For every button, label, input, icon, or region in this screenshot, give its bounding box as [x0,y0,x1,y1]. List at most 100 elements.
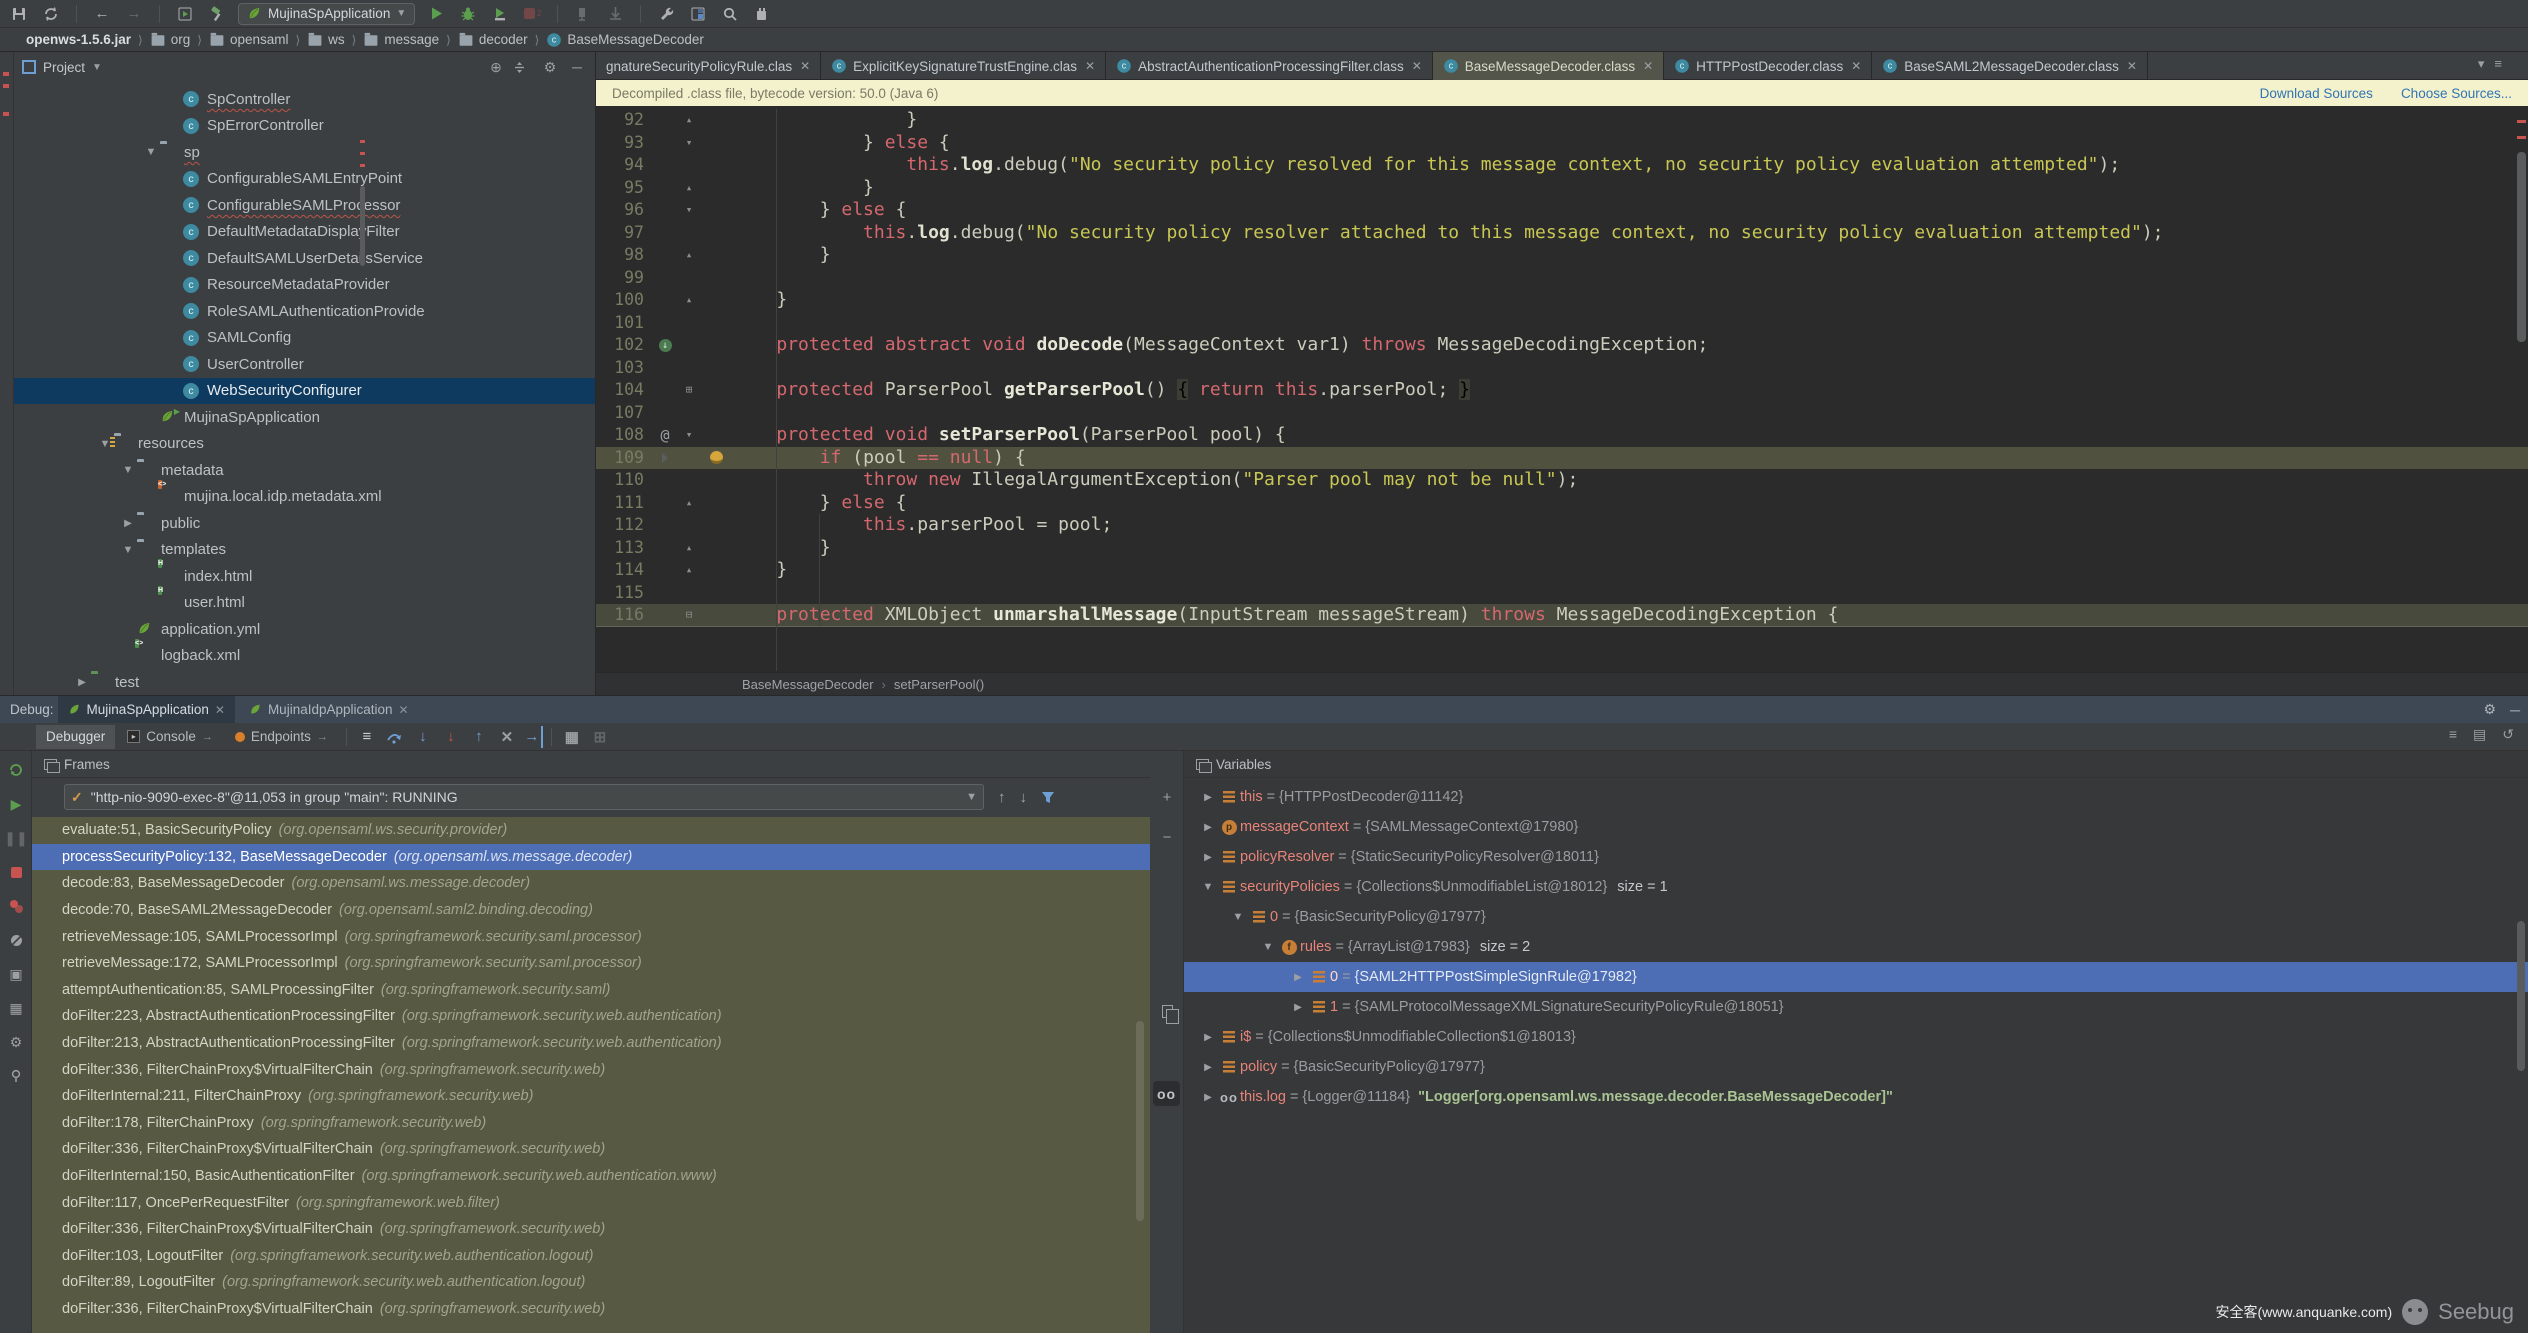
tab-console[interactable]: ▸Console→ [117,725,223,749]
copy-value-icon[interactable] [1157,1001,1177,1021]
fold-marker-icon[interactable]: ▴ [678,244,700,267]
rerun-icon[interactable] [5,759,27,781]
remove-watch-icon[interactable]: − [1157,827,1177,847]
tree-item-metadata[interactable]: ▼metadata [14,457,595,484]
tree-item-defaultsamluserdetailsservice[interactable]: cDefaultSAMLUserDetailsService [14,245,595,272]
scrollbar-thumb[interactable] [2517,152,2526,342]
project-structure-icon[interactable] [687,3,709,25]
close-tab-icon[interactable]: ✕ [399,703,409,717]
frame-row[interactable]: retrieveMessage:105, SAMLProcessorImpl(o… [32,923,1150,950]
stop-icon[interactable] [5,861,27,883]
code-line-96[interactable]: 96▾ } else { [596,199,2528,222]
tree-item-sperrorcontroller[interactable]: cSpErrorController [14,113,595,140]
tree-item-resources[interactable]: ▼resources [14,431,595,458]
variable-row-securityPolicies[interactable]: ▼securityPolicies={Collections$Unmodifia… [1184,872,2528,902]
fold-marker-icon[interactable]: ▾ [678,132,700,155]
tree-expanded-arrow-icon[interactable]: ▼ [142,146,160,158]
code-line-112[interactable]: 112 this.parserPool = pool; [596,514,2528,537]
debug-tab-mujinaspapplication[interactable]: MujinaSpApplication✕ [58,696,235,723]
tree-expanded-arrow-icon[interactable]: ▼ [119,464,137,476]
close-tab-icon[interactable]: ✕ [1412,59,1422,73]
debug-button[interactable] [457,3,479,25]
code-line-92[interactable]: 92▴ } [596,109,2528,132]
tree-item-configurablesamlprocessor[interactable]: cConfigurableSAMLProcessor [14,192,595,219]
breadcrumb-item[interactable]: org [150,32,191,47]
tree-collapsed-arrow-icon[interactable]: ▶ [1198,1062,1218,1073]
tabs-menu-icon[interactable]: ≡ [2494,56,2502,72]
variable-row-rules[interactable]: ▼frules={ArrayList@17983}size = 2 [1184,932,2528,962]
run-with-coverage-icon[interactable] [489,3,511,25]
tree-item-spcontroller[interactable]: cSpController [14,86,595,113]
tree-item-mujinaspapplication[interactable]: ▶MujinaSpApplication [14,404,595,431]
search-everywhere-icon[interactable] [719,3,741,25]
frame-row[interactable]: doFilter:178, FilterChainProxy(org.sprin… [32,1110,1150,1137]
fold-marker-icon[interactable]: ⊟ [678,604,700,626]
variable-row-0[interactable]: ▼0={BasicSecurityPolicy@17977} [1184,902,2528,932]
pin-tab-icon[interactable] [5,1065,27,1087]
close-tab-icon[interactable]: ✕ [2127,59,2137,73]
thread-selector[interactable]: ✓ "http-nio-9090-exec-8"@11,053 in group… [64,784,984,810]
breadcrumb-item[interactable]: message [363,32,439,47]
force-step-into-icon[interactable]: ↓ [439,726,463,748]
fold-marker-icon[interactable]: ▴ [678,109,700,132]
close-tab-icon[interactable]: ✕ [1085,59,1095,73]
implemented-marker-icon[interactable]: ↓ [652,334,678,357]
implemented-marker-icon[interactable]: ↓ [659,339,672,352]
drop-frame-icon[interactable]: ✕ [495,726,519,748]
forward-icon[interactable]: → [123,3,145,25]
tree-collapsed-arrow-icon[interactable]: ▶ [1198,792,1218,803]
code-line-99[interactable]: 99 [596,267,2528,290]
editor-tab-basesaml2messagedecoder-class[interactable]: cBaseSAML2MessageDecoder.class✕ [1872,52,2148,80]
resume-program-icon[interactable]: ▶ [5,793,27,815]
gear-icon[interactable]: ⚙ [5,1031,27,1053]
breadcrumb-class[interactable]: BaseMessageDecoder [742,677,874,692]
dump-threads-icon[interactable] [604,3,626,25]
code-line-114[interactable]: 114▴ } [596,559,2528,582]
variable-row-policyResolver[interactable]: ▶policyResolver={StaticSecurityPolicyRes… [1184,842,2528,872]
scrollbar-thumb[interactable] [1136,1021,1144,1221]
variable-row-0[interactable]: ▶0={SAML2HTTPPostSimpleSignRule@17982} [1184,962,2528,992]
code-line-102[interactable]: 102↓ protected abstract void doDecode(Me… [596,334,2528,357]
fold-marker-icon[interactable]: ⊞ [678,379,700,402]
code-editor[interactable]: 92▴ }93▾ } else {94 this.log.debug("No s… [596,106,2528,724]
tree-collapsed-arrow-icon[interactable]: ▶ [1198,822,1218,833]
variable-row-i-[interactable]: ▶i$={Collections$UnmodifiableCollection$… [1184,1022,2528,1052]
locate-file-icon[interactable]: ⊕ [486,59,506,76]
tree-expanded-arrow-icon[interactable]: ▼ [1198,881,1218,893]
tree-collapsed-arrow-icon[interactable]: ▶ [1198,852,1218,863]
tree-item-resourcemetadataprovider[interactable]: cResourceMetadataProvider [14,272,595,299]
fold-marker-icon[interactable]: ▴ [678,537,700,560]
frame-row[interactable]: doFilter:223, AbstractAuthenticationProc… [32,1003,1150,1030]
frame-row[interactable]: doFilterInternal:211, FilterChainProxy(o… [32,1083,1150,1110]
editor-tab-httppostdecoder-class[interactable]: cHTTPPostDecoder.class✕ [1664,52,1872,80]
tree-item-usercontroller[interactable]: cUserController [14,351,595,378]
frame-row[interactable]: doFilter:336, FilterChainProxy$VirtualFi… [32,1216,1150,1243]
code-line-107[interactable]: 107 [596,402,2528,425]
intention-bulb-icon[interactable] [710,451,723,464]
variable-row-messageContext[interactable]: ▶pmessageContext={SAMLMessageContext@179… [1184,812,2528,842]
frame-row[interactable]: doFilterInternal:150, BasicAuthenticatio… [32,1163,1150,1190]
back-icon[interactable]: ← [91,3,113,25]
tree-expanded-arrow-icon[interactable]: ▼ [1228,911,1248,923]
close-tab-icon[interactable]: ✕ [1851,59,1861,73]
filter-frames-icon[interactable] [1041,791,1055,804]
tab-endpoints[interactable]: Endpoints→ [225,725,338,749]
tree-item-rolesamlauthenticationprovide[interactable]: cRoleSAMLAuthenticationProvide [14,298,595,325]
editor-tab-gnaturesecuritypolicyrule-clas[interactable]: gnatureSecurityPolicyRule.clas✕ [596,52,821,80]
mute-breakpoints-icon[interactable] [5,929,27,951]
breadcrumb-method[interactable]: setParserPool() [894,677,984,692]
run-configuration-select[interactable]: MujinaSpApplication ▼ [238,3,415,25]
code-line-97[interactable]: 97 this.log.debug("No security policy re… [596,222,2528,245]
frame-row[interactable]: doFilter:336, FilterChainProxy$VirtualFi… [32,1056,1150,1083]
tree-item-test[interactable]: ▶test [14,669,595,695]
run-to-cursor-icon[interactable]: → [523,726,543,748]
tree-item-configurablesamlentrypoint[interactable]: cConfigurableSAMLEntryPoint [14,166,595,193]
tree-item-templates[interactable]: ▼templates [14,537,595,564]
collapse-all-icon[interactable] [513,61,533,74]
save-all-icon[interactable] [8,3,30,25]
tree-expanded-arrow-icon[interactable]: ▼ [1258,941,1278,953]
frame-row[interactable]: decode:70, BaseSAML2MessageDecoder(org.o… [32,897,1150,924]
frame-row[interactable]: attemptAuthentication:85, SAMLProcessing… [32,977,1150,1004]
sync-icon[interactable] [40,3,62,25]
code-line-115[interactable]: 115 [596,582,2528,605]
